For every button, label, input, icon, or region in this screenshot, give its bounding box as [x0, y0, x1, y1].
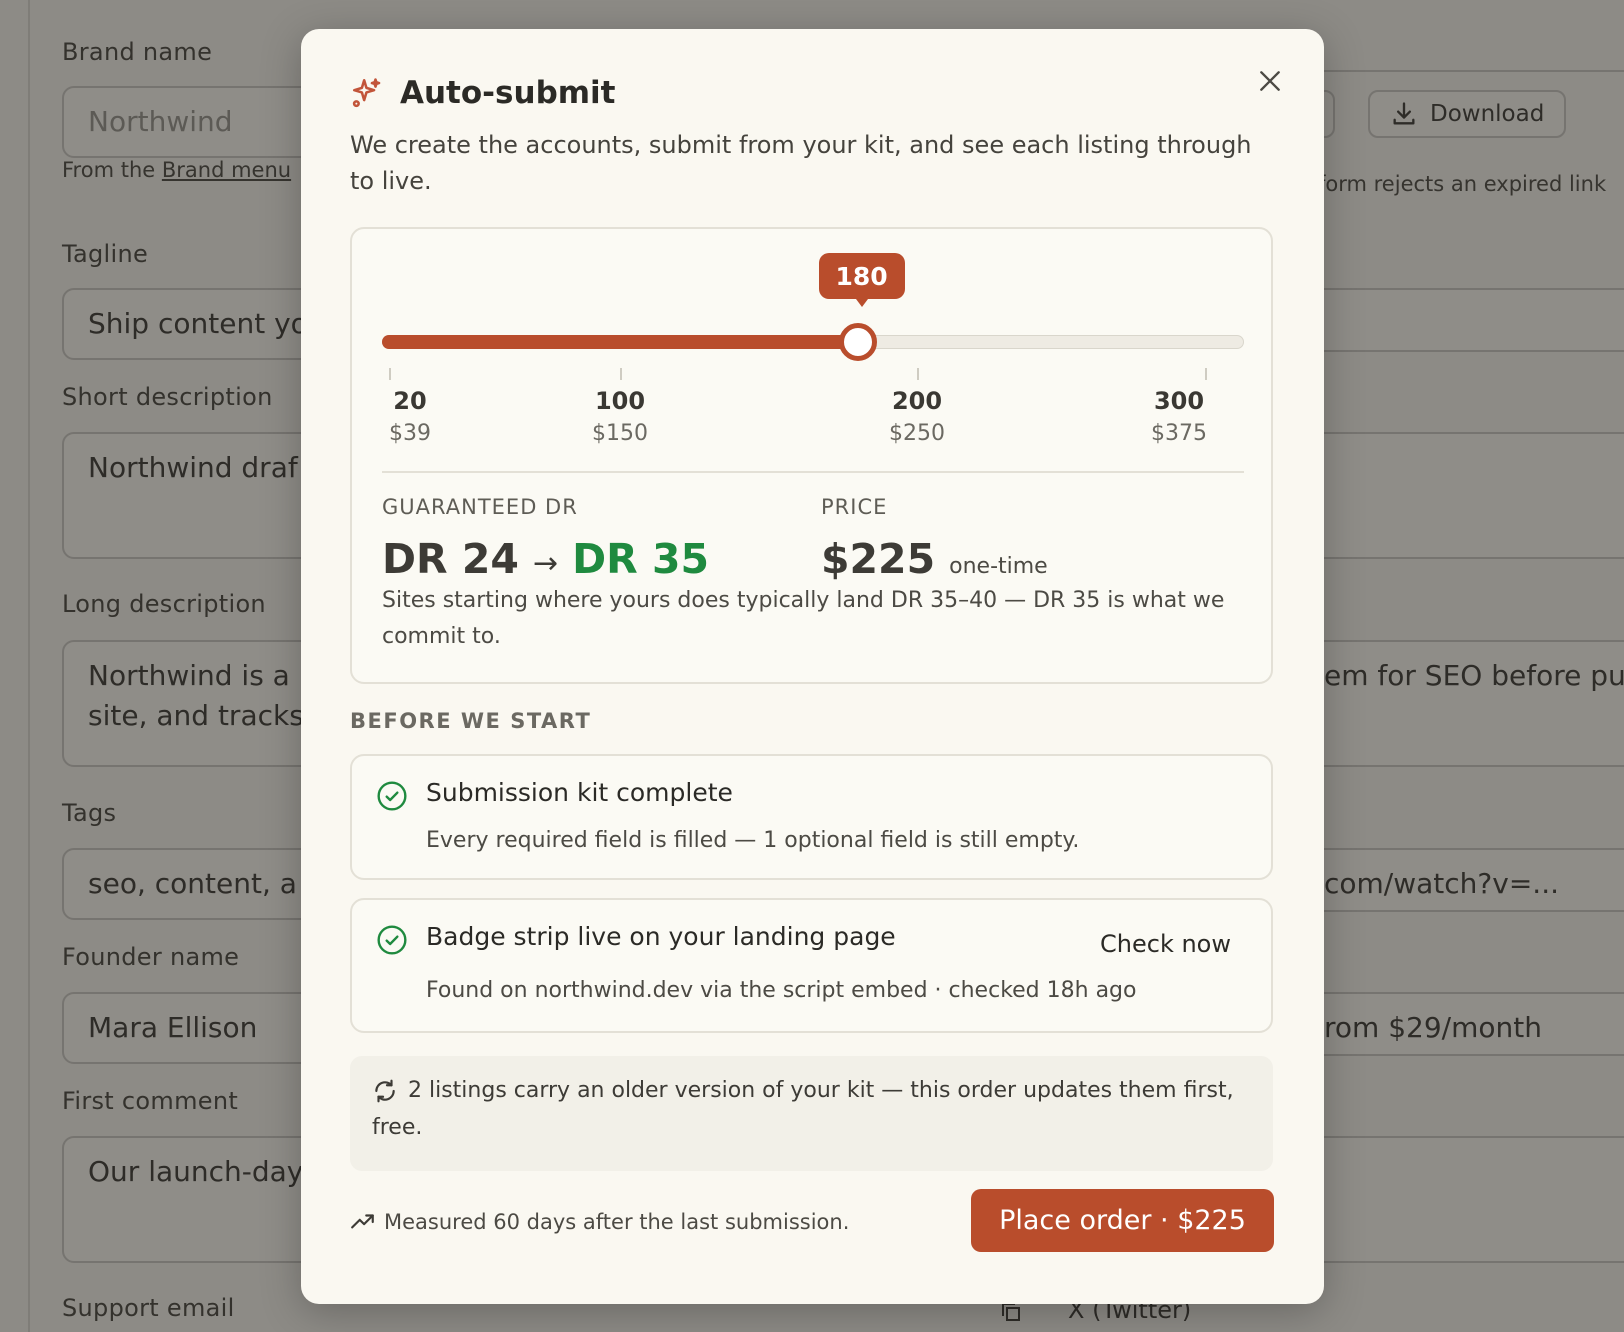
slider-tick-label[interactable]: 100 $150 [570, 387, 670, 446]
download-button[interactable]: Download [1368, 90, 1567, 138]
page-rule [28, 0, 30, 1332]
slider-tick-label[interactable]: 200 $250 [867, 387, 967, 446]
tags-label: Tags [62, 799, 117, 827]
before-we-start-heading: BEFORE WE START [350, 709, 592, 733]
check-title: Badge strip live on your landing page [426, 922, 896, 951]
copy-icon [1002, 1303, 1020, 1321]
check-item-badge: Badge strip live on your landing page Ch… [350, 898, 1273, 1033]
brand-hint: From the Brand menu [62, 158, 291, 182]
tick-price: $250 [889, 421, 945, 446]
slider-value-bubble: 180 [818, 253, 905, 307]
slider-tick-label[interactable]: 20 $39 [360, 387, 460, 446]
download-label: Download [1430, 101, 1545, 127]
brand-menu-link[interactable]: Brand menu [162, 158, 291, 182]
trending-up-icon [351, 1214, 374, 1229]
sparkle-icon [352, 78, 381, 108]
kit-update-notice: 2 listings carry an older version of you… [350, 1056, 1273, 1171]
check-description: Every required field is filled — 1 optio… [426, 828, 1080, 853]
tagline-label: Tagline [62, 240, 149, 268]
support-email-label: Support email [62, 1294, 235, 1322]
bg-video-input[interactable]: com/watch?v=... [1300, 848, 1624, 912]
bg-right-input[interactable] [1300, 1136, 1624, 1263]
price-amount: $225 [821, 535, 936, 583]
check-item-kit: Submission kit complete Every required f… [350, 754, 1273, 880]
brand-hint-prefix: From the [62, 158, 156, 182]
dr-to: DR 35 [572, 535, 710, 583]
check-circle-icon [377, 925, 407, 955]
price-unit: one-time [949, 554, 1048, 579]
dr-note: Sites starting where yours does typicall… [382, 588, 1225, 649]
tick-price: $39 [389, 421, 431, 446]
place-order-button[interactable]: Place order · $225 [971, 1189, 1274, 1252]
check-now-button[interactable]: Check now [1100, 930, 1231, 958]
founder-name-label: Founder name [62, 943, 240, 971]
bg-rule [1300, 70, 1624, 72]
slider-tick [1205, 368, 1207, 380]
auto-submit-modal: Auto-submit We create the accounts, subm… [301, 29, 1324, 1304]
bg-pricing-input[interactable]: rom $29/month [1300, 992, 1624, 1056]
check-circle-icon [377, 781, 407, 811]
footer-note-text: Measured 60 days after the last submissi… [384, 1210, 850, 1234]
close-icon [1260, 71, 1280, 91]
check-title: Submission kit complete [426, 778, 733, 807]
short-description-label: Short description [62, 383, 273, 411]
slider-tick [917, 368, 919, 380]
slider-tick-label[interactable]: 300 $375 [1129, 387, 1229, 446]
notice-text: 2 listings carry an older version of you… [372, 1078, 1234, 1140]
dr-from: DR 24 [382, 535, 519, 583]
dr-values: DR 24 → DR 35 [382, 535, 709, 583]
slider-tick [389, 368, 391, 380]
slider-fill [382, 335, 858, 349]
guaranteed-dr-label: GUARANTEED DR [382, 495, 578, 519]
download-icon [1393, 102, 1415, 125]
close-button[interactable] [1252, 63, 1288, 99]
modal-header: Auto-submit [350, 75, 616, 111]
tick-price: $150 [592, 421, 648, 446]
tick-count: 100 [594, 387, 646, 415]
modal-subtitle: We create the accounts, submit from your… [350, 131, 1252, 195]
footer-note: Measured 60 days after the last submissi… [350, 1209, 849, 1235]
long-description-label: Long description [62, 590, 266, 618]
listing-slider-card: 180 20 $39 100 $150 200 $250 300 $375 GUARAN… [350, 227, 1273, 684]
check-description: Found on northwind.dev via the script em… [426, 978, 1137, 1003]
bg-right-input[interactable] [1300, 432, 1624, 559]
tick-count: 200 [891, 387, 943, 415]
slider-tick [620, 368, 622, 380]
divider [382, 471, 1244, 473]
slider-thumb[interactable] [838, 323, 877, 361]
modal-title: Auto-submit [400, 75, 616, 111]
bg-seo-input[interactable]: em for SEO before pu [1300, 640, 1624, 767]
arrow-right-icon: → [532, 546, 559, 581]
tick-count: 20 [393, 387, 427, 415]
first-comment-label: First comment [62, 1087, 239, 1115]
brand-name-label: Brand name [62, 38, 213, 66]
bg-url-hint: form rejects an expired link [1318, 172, 1607, 196]
tick-price: $375 [1151, 421, 1207, 446]
price-label: PRICE [821, 495, 888, 519]
tick-count: 300 [1153, 387, 1205, 415]
price-values: $225 one-time [821, 535, 1048, 583]
bg-right-input[interactable] [1300, 288, 1624, 352]
